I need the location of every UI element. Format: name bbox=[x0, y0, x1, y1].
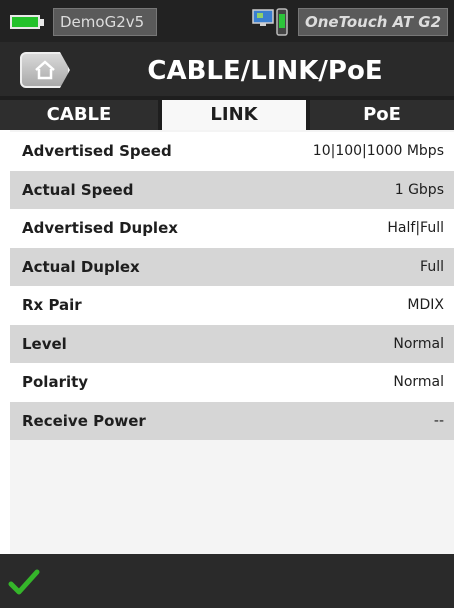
table-row: Rx Pair MDIX bbox=[10, 286, 454, 325]
row-value: -- bbox=[433, 412, 444, 429]
home-icon bbox=[35, 60, 55, 80]
row-value: 1 Gbps bbox=[394, 181, 444, 198]
row-value: 10|100|1000 Mbps bbox=[312, 143, 444, 159]
tab-cable[interactable]: CABLE bbox=[0, 100, 158, 130]
row-label: Level bbox=[22, 334, 67, 353]
screen: DemoG2v5 OneTouch AT G2 CABLE/LINK/PoE C… bbox=[0, 0, 454, 608]
row-label: Rx Pair bbox=[22, 296, 82, 314]
row-value: Normal bbox=[393, 335, 444, 352]
monitor-icon bbox=[252, 9, 274, 26]
table-row: Actual Duplex Full bbox=[10, 247, 454, 286]
row-label: Advertised Speed bbox=[22, 142, 172, 160]
tab-link[interactable]: LINK bbox=[160, 100, 308, 130]
device-name[interactable]: DemoG2v5 bbox=[53, 8, 157, 36]
product-name: OneTouch AT G2 bbox=[298, 8, 448, 36]
table-row: Polarity Normal bbox=[10, 363, 454, 402]
row-value: Full bbox=[420, 258, 444, 275]
table-row: Actual Speed 1 Gbps bbox=[10, 170, 454, 209]
page-title: CABLE/LINK/PoE bbox=[147, 56, 383, 86]
row-label: Advertised Duplex bbox=[22, 219, 178, 237]
table-row: Advertised Speed 10|100|1000 Mbps bbox=[10, 132, 454, 171]
tab-poe[interactable]: PoE bbox=[310, 100, 454, 130]
checkmark-icon[interactable] bbox=[8, 568, 40, 596]
footer-bar bbox=[0, 554, 454, 608]
battery-icon bbox=[10, 15, 40, 29]
row-value: Normal bbox=[393, 374, 444, 390]
table-row: Level Normal bbox=[10, 324, 454, 363]
left-gutter bbox=[0, 130, 10, 554]
home-button[interactable] bbox=[20, 52, 70, 88]
row-label: Receive Power bbox=[22, 411, 146, 430]
row-label: Actual Speed bbox=[22, 180, 134, 199]
link-details-table: Advertised Speed 10|100|1000 Mbps Actual… bbox=[10, 132, 454, 440]
row-value: MDIX bbox=[407, 297, 444, 313]
row-label: Polarity bbox=[22, 373, 89, 391]
table-row: Advertised Duplex Half|Full bbox=[10, 209, 454, 248]
table-row: Receive Power -- bbox=[10, 401, 454, 440]
usb-drive-icon bbox=[276, 8, 288, 36]
row-label: Actual Duplex bbox=[22, 257, 140, 276]
empty-content-area bbox=[10, 440, 454, 554]
row-value: Half|Full bbox=[387, 220, 444, 236]
battery-tip bbox=[40, 19, 44, 26]
